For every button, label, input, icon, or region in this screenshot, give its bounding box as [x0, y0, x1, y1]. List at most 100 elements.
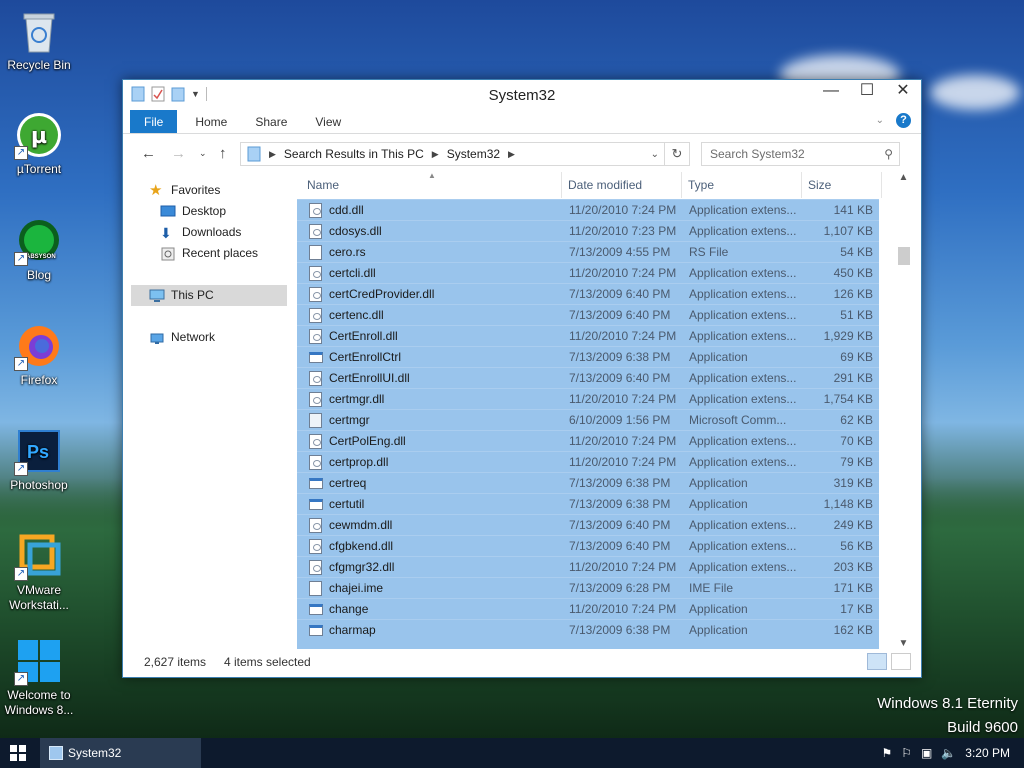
file-row[interactable]: certcli.dll 11/20/2010 7:24 PM Application… [297, 262, 879, 283]
minimize-button[interactable]: — [813, 80, 849, 104]
file-row[interactable]: cero.rs 7/13/2009 4:55 PM RS File 54 KB [297, 241, 879, 262]
expand-ribbon-icon[interactable]: ⌄ [876, 115, 884, 126]
forward-arrow-icon[interactable]: → [171, 145, 186, 162]
column-type[interactable]: Type [688, 178, 714, 192]
file-name: cero.rs [329, 245, 366, 259]
breadcrumb-search-results[interactable]: Search Results in This PC [284, 147, 424, 161]
refresh-button[interactable]: ↻ [664, 142, 690, 166]
chevron-right-icon[interactable]: ▶ [432, 149, 439, 160]
scroll-thumb[interactable] [898, 247, 910, 265]
taskbar-item-explorer[interactable]: System32 [40, 738, 201, 768]
photoshop-icon: Ps ↗ [14, 428, 62, 476]
file-row[interactable]: certmgr.dll 11/20/2010 7:24 PM Application… [297, 388, 879, 409]
search-input[interactable]: Search System32 ⚲ [701, 142, 900, 166]
desktop-icon-firefox[interactable]: ↗ Firefox [1, 323, 77, 388]
file-type: Application extens... [689, 224, 797, 238]
column-divider[interactable] [881, 172, 882, 198]
volume-icon[interactable]: 🔈 [941, 746, 956, 760]
file-row[interactable]: certCredProvider.dll 7/13/2009 6:40 PM App… [297, 283, 879, 304]
search-icon[interactable]: ⚲ [884, 143, 893, 165]
file-date: 11/20/2010 7:24 PM [569, 203, 677, 217]
file-row[interactable]: cfgbkend.dll 7/13/2009 6:40 PM Application… [297, 535, 879, 556]
back-arrow-icon[interactable]: ← [141, 145, 156, 162]
file-row[interactable]: certreq 7/13/2009 6:38 PM Application 319 K… [297, 472, 879, 493]
tab-home[interactable]: Home [181, 110, 241, 133]
tab-share[interactable]: Share [241, 110, 301, 133]
desktop-icon-utorrent[interactable]: µ ↗ µTorrent [1, 112, 77, 177]
file-date: 6/10/2009 1:56 PM [569, 413, 671, 427]
vertical-scrollbar[interactable]: ▲ ▼ [895, 172, 912, 649]
computer-icon [149, 289, 165, 303]
file-row[interactable]: CertEnrollUI.dll 7/13/2009 6:40 PM Applica… [297, 367, 879, 388]
chevron-right-icon[interactable]: ▶ [508, 149, 515, 160]
tab-file[interactable]: File [130, 110, 178, 133]
title-bar[interactable]: ▼ System32 — ☐ ✕ [123, 80, 921, 110]
desktop-icon-welcome[interactable]: ↗ Welcome to Windows 8... [1, 638, 77, 718]
desktop-icon-photoshop[interactable]: Ps ↗ Photoshop [1, 428, 77, 493]
column-date-modified[interactable]: Date modified [568, 178, 642, 192]
file-date: 7/13/2009 6:38 PM [569, 476, 671, 490]
dll-file-icon [309, 329, 322, 344]
file-name: CertEnrollCtrl [329, 350, 402, 364]
nav-desktop[interactable]: Desktop [160, 201, 226, 222]
desktop-icon-recycle-bin[interactable]: Recycle Bin [1, 8, 77, 73]
item-count: 2,627 items [144, 655, 207, 669]
file-row[interactable]: certenc.dll 7/13/2009 6:40 PM Application … [297, 304, 879, 325]
file-row[interactable]: cewmdm.dll 7/13/2009 6:40 PM Application e… [297, 514, 879, 535]
file-row[interactable]: change 11/20/2010 7:24 PM Application 17 KB [297, 598, 879, 619]
file-row[interactable]: certprop.dll 11/20/2010 7:24 PM Applicatio… [297, 451, 879, 472]
desktop-icon-vmware[interactable]: ↗ VMware Workstati... [1, 533, 77, 613]
close-button[interactable]: ✕ [885, 80, 921, 104]
column-size[interactable]: Size [808, 178, 831, 192]
recent-locations-icon[interactable]: ⌄ [199, 148, 207, 159]
nav-favorites[interactable]: ★ Favorites [149, 180, 220, 201]
explorer-window[interactable]: ▼ System32 — ☐ ✕ File Home Share View ⌄ … [122, 79, 922, 678]
chevron-right-icon[interactable]: ▶ [269, 149, 276, 160]
large-icons-view-button[interactable] [891, 653, 911, 670]
file-row[interactable]: cdd.dll 11/20/2010 7:24 PM Application ext… [297, 199, 879, 220]
column-divider[interactable] [681, 172, 682, 198]
breadcrumb-system32[interactable]: System32 [447, 147, 500, 161]
column-divider[interactable] [801, 172, 802, 198]
firefox-icon: ↗ [14, 323, 62, 371]
file-date: 7/13/2009 6:38 PM [569, 497, 671, 511]
file-row[interactable]: certutil 7/13/2009 6:38 PM Application 1,14… [297, 493, 879, 514]
utorrent-icon: µ ↗ [14, 112, 62, 160]
file-row[interactable]: chajei.ime 7/13/2009 6:28 PM IME File 171 K… [297, 577, 879, 598]
nav-this-pc[interactable]: This PC [131, 285, 287, 306]
file-row[interactable]: cfgmgr32.dll 11/20/2010 7:24 PM Applicatio… [297, 556, 879, 577]
nav-network[interactable]: Network [149, 327, 215, 348]
address-dropdown-icon[interactable]: ⌄ [651, 149, 659, 160]
scroll-up-icon[interactable]: ▲ [895, 172, 912, 183]
flag-icon[interactable]: ⚐ [901, 746, 912, 760]
maximize-button[interactable]: ☐ [849, 80, 885, 104]
file-size: 1,929 KB [823, 329, 873, 343]
address-bar[interactable]: ▶ Search Results in This PC ▶ System32 ▶… [240, 142, 690, 166]
dll-file-icon [309, 539, 322, 554]
up-arrow-icon[interactable]: ↑ [219, 145, 227, 162]
column-name[interactable]: Name [307, 178, 339, 192]
column-divider[interactable] [561, 172, 562, 198]
nav-downloads[interactable]: ⬇ Downloads [160, 222, 241, 243]
clock[interactable]: 3:20 PM [965, 746, 1010, 760]
file-row[interactable]: CertPolEng.dll 11/20/2010 7:24 PM Applicat… [297, 430, 879, 451]
nav-recent-places[interactable]: Recent places [160, 243, 258, 264]
tab-view[interactable]: View [301, 110, 355, 133]
file-row[interactable]: charmap 7/13/2009 6:38 PM Application 162 K… [297, 619, 879, 640]
network-tray-icon[interactable]: ▣ [921, 746, 932, 760]
status-bar: 2,627 items 4 items selected [123, 647, 921, 677]
file-row[interactable]: certmgr 6/10/2009 1:56 PM Microsoft Comm..… [297, 409, 879, 430]
help-icon[interactable]: ? [896, 113, 911, 128]
file-name: certcli.dll [329, 266, 376, 280]
file-row[interactable]: CertEnroll.dll 11/20/2010 7:24 PM Applicat… [297, 325, 879, 346]
file-size: 171 KB [833, 581, 873, 595]
file-type: Application extens... [689, 329, 797, 343]
details-view-button[interactable] [867, 653, 887, 670]
file-size: 1,148 KB [823, 497, 873, 511]
action-center-icon[interactable]: ⚑ [881, 746, 892, 760]
desktop-icon-blog[interactable]: LABSYSON ↗ Blog [1, 218, 77, 283]
start-button[interactable] [10, 745, 26, 761]
file-row[interactable]: CertEnrollCtrl 7/13/2009 6:38 PM Applicati… [297, 346, 879, 367]
file-row[interactable]: cdosys.dll 11/20/2010 7:23 PM Application … [297, 220, 879, 241]
desktop-icon [160, 205, 176, 219]
